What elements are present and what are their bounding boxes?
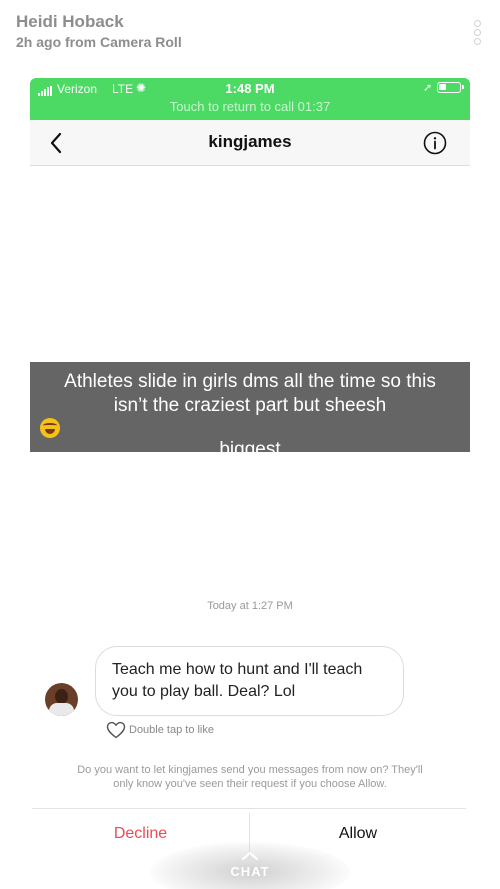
heart-icon[interactable] — [106, 721, 126, 739]
caption-line-3: buck I’ve ever seen over here — [125, 463, 375, 484]
story-caption: Athletes slide in girls dms all the time… — [30, 362, 470, 484]
story-author-name: Heidi Hoback — [16, 12, 124, 31]
chat-label[interactable]: CHAT — [0, 864, 500, 879]
message-line-1: Teach me how to hunt and I'll teach — [112, 661, 363, 678]
message-bubble[interactable]: Teach me how to hunt and I'll teach you … — [95, 646, 404, 716]
caption-line-2-start: isn’t the craziest part but sheesh — [113, 395, 387, 416]
status-time: 1:48 PM — [225, 81, 275, 96]
conversation-title: kingjames — [208, 132, 292, 151]
request-line-2: only know you've seen their request if y… — [113, 778, 387, 790]
request-line-1: Do you want to let kingjames send you me… — [77, 764, 423, 776]
status-bar[interactable]: Verizon LTE ✺ 1:48 PM ➚ Touch to return … — [30, 78, 470, 120]
conversation-header: kingjames — [30, 120, 470, 166]
like-hint-text: Double tap to like — [129, 724, 214, 736]
caption-line-2-end: biggest — [219, 439, 281, 460]
story-header: Heidi Hoback 2h ago from Camera Roll — [0, 0, 500, 70]
battery-icon — [437, 82, 464, 93]
message-request-text: Do you want to let kingjames send you me… — [30, 763, 470, 791]
like-hint[interactable]: Double tap to like — [106, 721, 214, 739]
info-circle-icon[interactable] — [423, 131, 447, 155]
decline-button[interactable]: Decline — [32, 825, 249, 843]
message-line-2: you to play ball. Deal? Lol — [112, 683, 296, 700]
message-timestamp: Today at 1:27 PM — [207, 600, 293, 612]
more-options-icon[interactable] — [471, 20, 483, 48]
caption-line-2: isn’t the craziest part but sheesh bigge… — [40, 394, 460, 462]
location-arrow-icon: ➚ — [423, 82, 433, 94]
avatar[interactable] — [45, 683, 78, 716]
story-timestamp: 2h ago from Camera Roll — [16, 34, 182, 50]
chevron-up-icon — [242, 852, 258, 860]
return-to-call-banner[interactable]: Touch to return to call 01:37 — [30, 99, 470, 114]
caption-line-1: Athletes slide in girls dms all the time… — [64, 371, 436, 392]
allow-button[interactable]: Allow — [250, 825, 466, 843]
laughing-emoji-icon — [40, 418, 60, 438]
